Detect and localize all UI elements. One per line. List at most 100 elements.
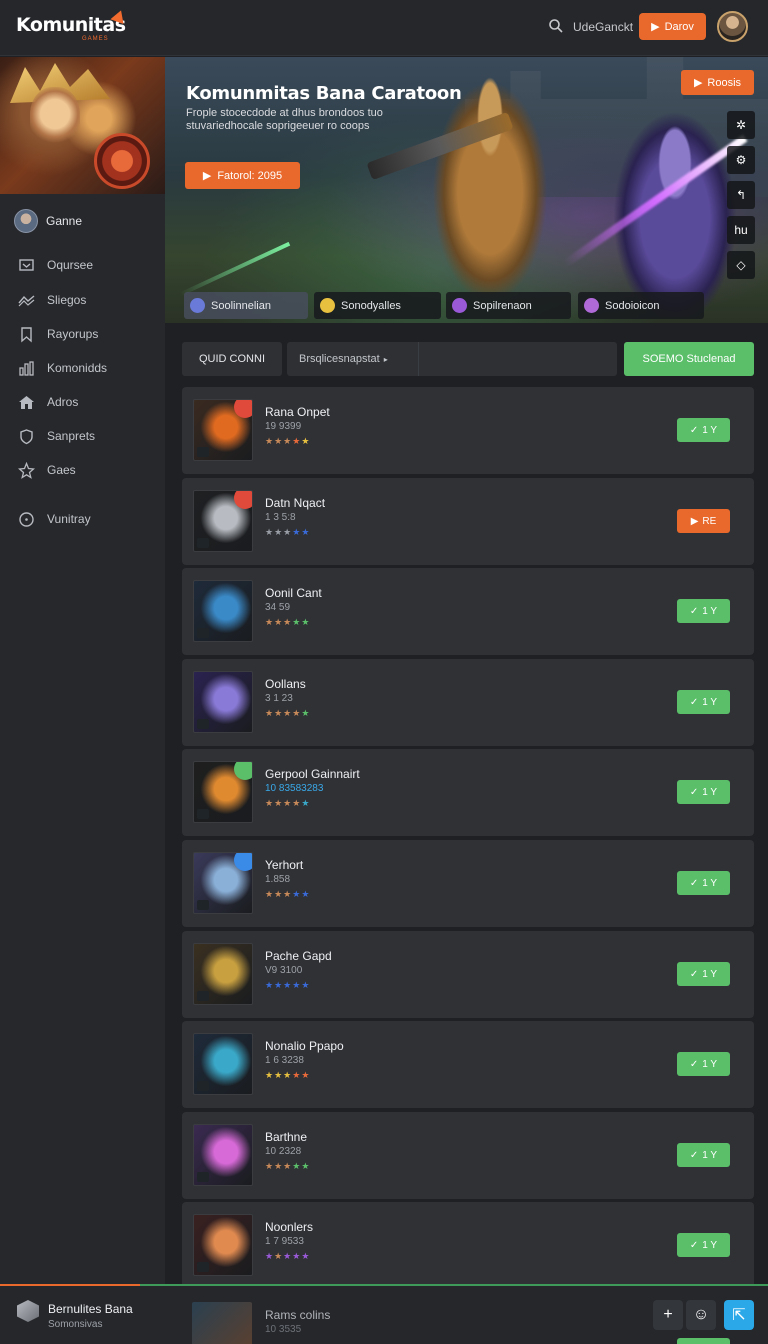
sidebar-user[interactable]: Ganne [14,209,82,233]
tab-sonodyalles[interactable]: Sonodyalles [314,292,441,319]
list-item[interactable]: Barthne 10 2328 ★ ★ ★ ★ ★ ✓ 1 Y [182,1112,754,1199]
banner-green-beam [179,241,291,297]
thumbnail-badge-icon [234,853,252,871]
banner-description: Frople stocecdode at dhus brondoos tuo s… [186,107,383,132]
peek-item-name: Rams colins [265,1308,331,1322]
search-icon[interactable] [548,18,564,34]
back-icon[interactable]: ↰ [727,181,755,209]
list-item[interactable]: Datn Nqact 1 3 5:8 ★ ★ ★ ★ ★ ▶ RE [182,478,754,565]
header-action-button[interactable]: ▶ Darov [639,13,706,40]
header-user-link[interactable]: UdeGanckt [573,20,633,34]
tab-sopilrenaon[interactable]: Sopilrenaon [446,292,571,319]
star-icon: ★ [274,617,283,627]
thumbnail-corner-icon [197,1081,209,1091]
settings-icon[interactable]: ✲ [727,111,755,139]
list-item[interactable]: Oonil Cant 34 59 ★ ★ ★ ★ ★ ✓ 1 Y [182,568,754,655]
action-label: 1 Y [702,1239,718,1251]
sidebar-item-label: Rayorups [47,327,99,341]
game-thumbnail[interactable] [193,1214,253,1276]
thumbnail-corner-icon [197,447,209,457]
game-thumbnail[interactable] [193,852,253,914]
list-item-name: Yerhort [265,858,304,872]
star-icon: ★ [283,889,292,899]
header-action-label: Darov [664,20,694,33]
avatar[interactable] [717,11,748,42]
list-item-action-button[interactable]: ▶ RE [677,509,730,533]
list-item-action-button[interactable]: ✓ 1 Y [677,871,730,895]
list-item-action-button[interactable]: ✓ 1 Y [677,1143,730,1167]
game-thumbnail[interactable] [193,943,253,1005]
list-item[interactable]: Pache Gapd V9 3100 ★ ★ ★ ★ ★ ✓ 1 Y [182,931,754,1018]
list-item-name: Noonlers [265,1220,314,1234]
gear-icon[interactable]: ⚙ [727,146,755,174]
sidebar-item-rayorups[interactable]: Rayorups [0,319,165,349]
list-item[interactable]: Yerhort 1.858 ★ ★ ★ ★ ★ ✓ 1 Y [182,840,754,927]
sidebar-item-vunitray[interactable]: Vunitray [0,504,165,534]
banner-cta-button[interactable]: ▶ Fatorol: 2095 [185,162,300,189]
sidebar-item-gaes[interactable]: Gaes [0,455,165,485]
game-thumbnail[interactable] [193,761,253,823]
check-icon: ✓ [689,786,699,798]
banner-corner-label: Roosis [707,76,742,89]
list-item-name: Pache Gapd [265,949,332,963]
tab-soolinnelian[interactable]: Soolinnelian [184,292,308,319]
peek-item-button[interactable] [677,1338,730,1344]
list-item[interactable]: Gerpool Gainnairt 10 83583283 ★ ★ ★ ★ ★ ✓ 1 Y [182,749,754,836]
thumbnail-corner-icon [197,538,209,548]
tab-sodoioicon[interactable]: Sodoioicon [578,292,704,319]
check-icon: ✓ [689,696,699,708]
list-item[interactable]: Nonalio Ppapo 1 6 3238 ★ ★ ★ ★ ★ ✓ 1 Y [182,1021,754,1108]
sidebar-item-label: Sanprets [47,429,96,443]
game-thumbnail[interactable] [193,1124,253,1186]
star-icon: ★ [301,1251,310,1261]
list-item-name: Oonil Cant [265,586,322,600]
list-item-action-button[interactable]: ✓ 1 Y [677,780,730,804]
list-item[interactable]: Oollans 3 1 23 ★ ★ ★ ★ ★ ✓ 1 Y [182,659,754,746]
sidebar-item-adros[interactable]: Adros [0,387,165,417]
list-item-action-button[interactable]: ✓ 1 Y [677,690,730,714]
game-thumbnail[interactable] [193,490,253,552]
diamond-icon[interactable]: ◇ [727,251,755,279]
rating-stars: ★ ★ ★ ★ ★ [265,889,309,900]
sidebar-item-komonidds[interactable]: Komonidds [0,353,165,383]
chevron-down-icon: ▸ [383,354,388,364]
list-item-meta: 1.858 [265,874,291,885]
smile-icon[interactable]: ☺ [686,1300,716,1330]
list-item-action-button[interactable]: ✓ 1 Y [677,1233,730,1257]
game-thumbnail[interactable] [193,1033,253,1095]
list-item-action-button[interactable]: ✓ 1 Y [677,1052,730,1076]
star-icon: ★ [283,1251,292,1261]
peek-thumbnail[interactable] [192,1302,252,1344]
game-thumbnail[interactable] [193,399,253,461]
thumbnail-badge-icon [234,762,252,780]
plus-icon[interactable]: + [653,1300,683,1330]
list-item-action-button[interactable]: ✓ 1 Y [677,418,730,442]
game-thumbnail[interactable] [193,580,253,642]
star-icon: ★ [265,617,274,627]
rating-stars: ★ ★ ★ ★ ★ [265,798,309,809]
banner-hero-warrior [425,67,555,317]
thumbnail-badge-icon [234,400,252,418]
game-thumbnail[interactable] [193,671,253,733]
star-icon: ★ [274,708,283,718]
search-input[interactable]: Brsqlicesnapstat ▸ [287,342,617,376]
list-item[interactable]: Noonlers 1 7 9533 ★ ★ ★ ★ ★ ✓ 1 Y [182,1202,754,1289]
sidebar-item-oqursee[interactable]: Oqursee [0,250,165,280]
star-icon: ★ [301,708,310,718]
share-icon[interactable]: ⇱ [724,1300,754,1330]
list-item[interactable]: Rana Onpet 19 9399 ★ ★ ★ ★ ★ ✓ 1 Y [182,387,754,474]
sidebar-item-sanprets[interactable]: Sanprets [0,421,165,451]
text-tool-button[interactable]: hu [727,216,755,244]
app-logo[interactable]: Komunitas GAMES [16,7,128,42]
list-item-action-button[interactable]: ✓ 1 Y [677,599,730,623]
action-label: 1 Y [702,877,718,889]
comment-icon [19,258,34,271]
filter-label[interactable]: QUID CONNI [182,342,282,376]
star-icon: ★ [283,1070,292,1080]
banner-corner-button[interactable]: ▶ Roosis [681,70,754,95]
filter-submit-button[interactable]: SOEMO Stuclenad [624,342,754,376]
sidebar-item-sliegos[interactable]: Sliegos [0,285,165,315]
list-item-action-button[interactable]: ✓ 1 Y [677,962,730,986]
filter-select[interactable]: Brsqlicesnapstat ▸ [287,342,419,376]
home-icon [19,395,34,409]
